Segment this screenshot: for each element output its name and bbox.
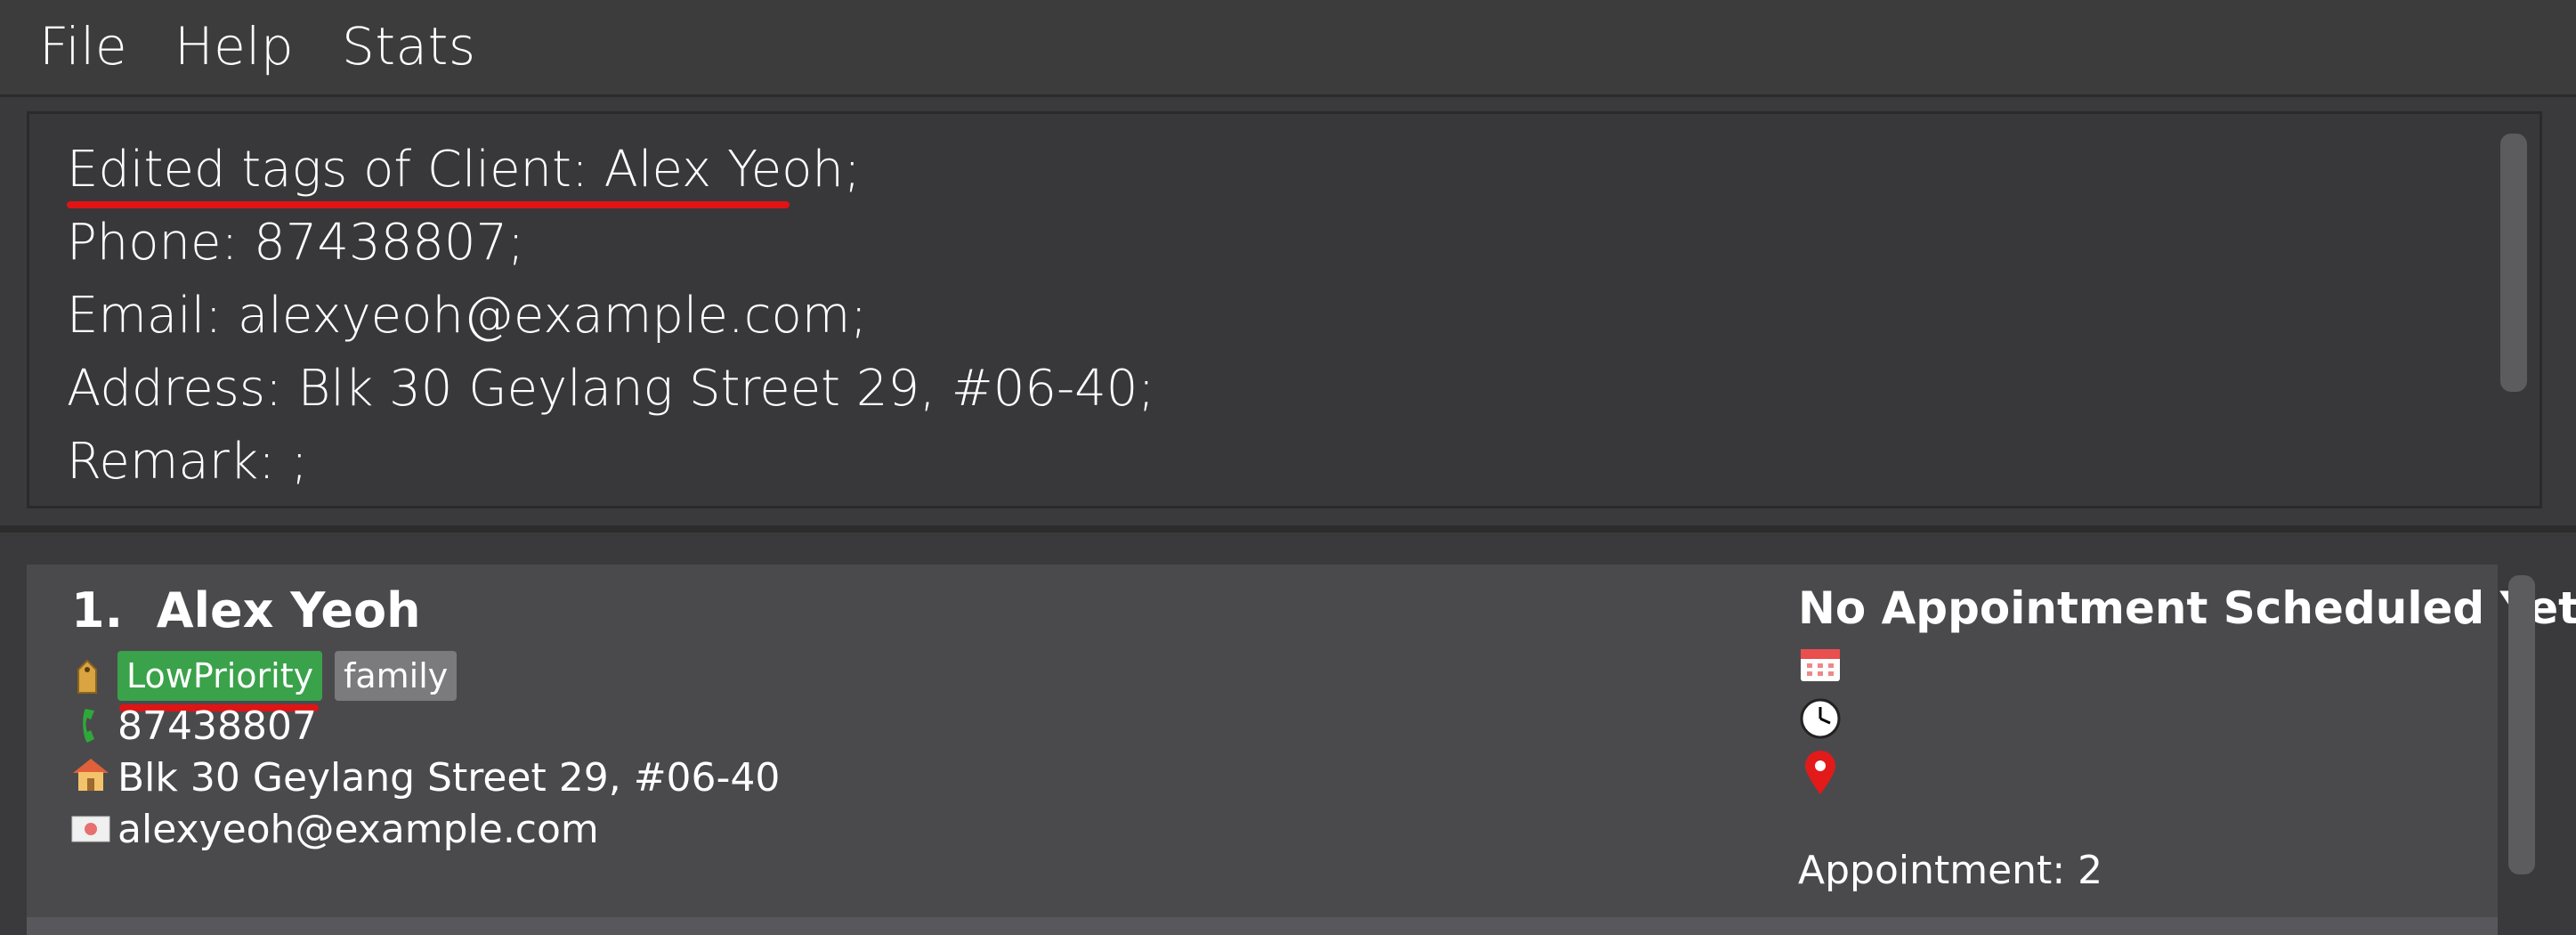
client-name: 1. Alex Yeoh [71,582,421,638]
tag-lowpriority: LowPriority [117,651,323,701]
tag-icon [73,657,101,702]
location-pin-icon [1803,750,1837,801]
house-icon [71,755,110,798]
client-email: alexyeoh@example.com [117,807,599,852]
envelope-icon [71,814,110,848]
result-line-3: Email: alexyeoh@example.com; [67,287,868,345]
client-index: 1. [71,582,124,638]
menu-file[interactable]: File [39,16,127,77]
phone-icon [78,705,107,752]
result-scrollbar[interactable] [2500,134,2527,392]
appointment-status: No Appointment Scheduled Yet [1798,582,2576,634]
appointment-count: Appointment: 2 [1798,848,2103,893]
result-line-4: Address: Blk 30 Geylang Street 29, #06-4… [67,360,1155,418]
result-line-5: Remark: ; [67,433,308,491]
result-highlight-underline [67,201,790,208]
client-phone: 87438807 [117,703,317,749]
panel-divider[interactable] [0,525,2576,533]
calendar-icon [1800,646,1841,687]
tag-family: family [335,651,458,701]
client-name-text: Alex Yeoh [156,582,421,638]
menu-help[interactable]: Help [174,16,294,77]
result-line-2: Phone: 87438807; [67,214,525,272]
list-scrollbar[interactable] [2508,575,2535,874]
client-list[interactable]: 1. Alex Yeoh LowPriority family 87438807 [0,533,2576,935]
client-address: Blk 30 Geylang Street 29, #06-40 [117,755,781,801]
menu-stats[interactable]: Stats [342,16,476,77]
result-line-1: Edited tags of Client: Alex Yeoh; [67,141,861,199]
clock-icon [1800,698,1841,744]
client-card[interactable]: 1. Alex Yeoh LowPriority family 87438807 [27,565,2576,921]
menu-bar: File Help Stats [0,0,2576,97]
result-display[interactable]: Edited tags of Client: Alex Yeoh; Phone:… [27,111,2542,508]
client-card-next[interactable] [27,917,2498,935]
